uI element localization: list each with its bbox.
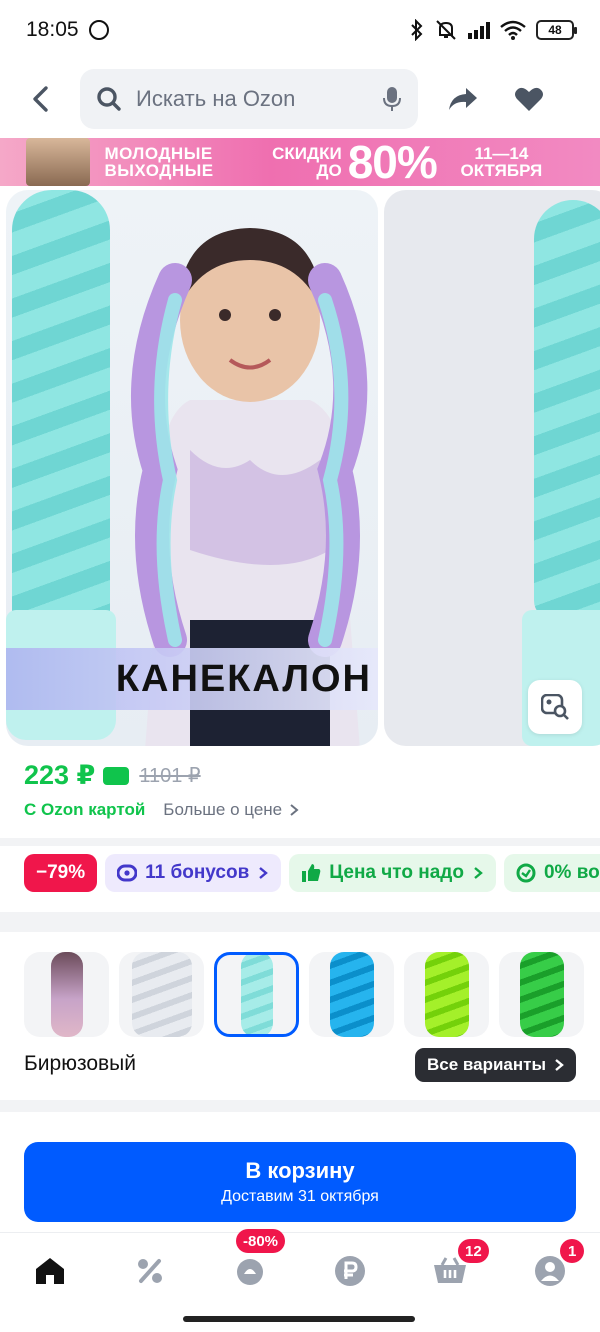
swatch-image [50, 952, 83, 1037]
signal-icon [468, 21, 490, 39]
bonus-icon [117, 864, 138, 882]
all-variants-button[interactable]: Все варианты [415, 1048, 576, 1082]
image-search-button[interactable] [528, 680, 582, 734]
installment-chip[interactable]: 0% во [503, 854, 600, 892]
favorite-button[interactable] [496, 67, 562, 131]
search-icon [97, 87, 121, 111]
nav-promo[interactable]: -80% [200, 1229, 300, 1309]
banner-model-image [26, 138, 91, 186]
good-price-chip[interactable]: Цена что надо [289, 854, 496, 892]
product-image-2[interactable] [384, 190, 600, 746]
status-icons: 48 [410, 19, 577, 41]
ruble-icon [335, 1256, 365, 1286]
color-swatch-selected[interactable] [214, 952, 299, 1037]
color-swatches [24, 952, 584, 1037]
top-header: Искать на Ozon [0, 60, 600, 138]
bluetooth-icon [411, 19, 423, 41]
chevron-left-icon [33, 86, 48, 112]
banner-sale-label: СКИДКИ ДО [272, 144, 342, 180]
swatch-image [519, 952, 564, 1037]
good-price-label: Цена что надо [329, 862, 464, 883]
percent-icon [138, 1259, 162, 1283]
installment-icon [516, 863, 536, 883]
section-divider [0, 1100, 600, 1112]
braid-image [534, 200, 600, 620]
profile-badge: 1 [560, 1239, 585, 1263]
ozon-card-icon [103, 766, 130, 785]
current-price: 223 ₽ [24, 760, 96, 790]
card-price-row: С Ozon картой Больше о цене [24, 800, 300, 820]
chevron-right-icon [259, 867, 269, 879]
heart-icon [515, 87, 543, 111]
microphone-icon[interactable] [382, 86, 402, 112]
mute-icon [436, 20, 456, 40]
thumbs-up-icon [302, 864, 321, 882]
swatch-image [131, 952, 192, 1037]
chevron-right-icon [474, 867, 483, 879]
back-button[interactable] [0, 67, 80, 131]
chevron-right-icon [290, 804, 299, 816]
wifi-icon [500, 20, 526, 40]
selected-color-name: Бирюзовый [24, 1052, 136, 1075]
product-image-1[interactable]: КАНЕКАЛОН [6, 190, 378, 746]
system-home-indicator[interactable] [183, 1316, 415, 1322]
color-swatch[interactable] [404, 952, 489, 1037]
share-button[interactable] [430, 67, 496, 131]
banner-dates: 11—14 ОКТЯБРЯ [460, 144, 543, 180]
price-row: 223 ₽ 1101 ₽ [24, 760, 201, 791]
battery-icon: 48 [536, 20, 577, 40]
home-icon [36, 1258, 64, 1284]
product-gallery[interactable]: КАНЕКАЛОН [0, 188, 600, 748]
color-swatch[interactable] [119, 952, 204, 1037]
nav-home[interactable] [0, 1233, 100, 1309]
promo-chips: −79% 11 бонусов Цена что надо 0% во [24, 854, 600, 892]
overlay-text: КАНЕКАЛОН [115, 657, 372, 700]
bonus-label: 11 бонусов [145, 862, 250, 883]
share-icon [449, 88, 477, 110]
whatsapp-icon [88, 20, 109, 40]
promo-badge: -80% [236, 1229, 286, 1253]
cart-badge: 12 [458, 1239, 489, 1263]
nav-profile[interactable]: 1 [500, 1233, 600, 1309]
status-bar: 18:05 48 [0, 0, 600, 60]
bonus-chip[interactable]: 11 бонусов [105, 854, 282, 892]
promo-banner[interactable]: МОЛОДНЫЕ ВЫХОДНЫЕ СКИДКИ ДО 80% 11—14 ОК… [0, 138, 600, 186]
add-to-cart-label: В корзину [245, 1158, 355, 1183]
search-placeholder: Искать на Ozon [136, 86, 296, 111]
discount-chip[interactable]: −79% [24, 854, 98, 892]
delivery-date: Доставим 31 октября [221, 1188, 379, 1205]
profile-icon [535, 1256, 565, 1286]
swatch-image [329, 952, 374, 1037]
product-overlay-label: КАНЕКАЛОН [6, 648, 378, 710]
add-to-cart-button[interactable]: В корзину Доставим 31 октября [24, 1142, 576, 1222]
color-swatch[interactable] [499, 952, 584, 1037]
color-swatch[interactable] [24, 952, 109, 1037]
price-details-link[interactable]: Больше о цене [163, 800, 282, 820]
section-divider [0, 838, 600, 846]
banner-percent: 80% [347, 138, 438, 186]
promo-icon [237, 1259, 263, 1285]
chevron-right-icon [555, 1059, 564, 1071]
banner-title: МОЛОДНЫЕ ВЫХОДНЫЕ [104, 144, 214, 180]
search-input[interactable]: Искать на Ozon [80, 69, 418, 129]
installment-label: 0% во [543, 862, 600, 883]
cart-icon [434, 1257, 466, 1283]
ozon-card-label: С Ozon картой [24, 800, 146, 819]
nav-finance[interactable] [300, 1233, 400, 1309]
swatch-image [240, 955, 273, 1034]
status-time: 18:05 [26, 18, 79, 41]
image-search-icon [541, 694, 569, 720]
swatch-image [424, 952, 469, 1037]
section-divider [0, 912, 600, 932]
nav-cart[interactable]: 12 [400, 1233, 500, 1309]
color-swatch[interactable] [309, 952, 394, 1037]
nav-discounts[interactable] [100, 1233, 200, 1309]
all-variants-label: Все варианты [427, 1055, 546, 1074]
old-price: 1101 ₽ [139, 765, 201, 787]
